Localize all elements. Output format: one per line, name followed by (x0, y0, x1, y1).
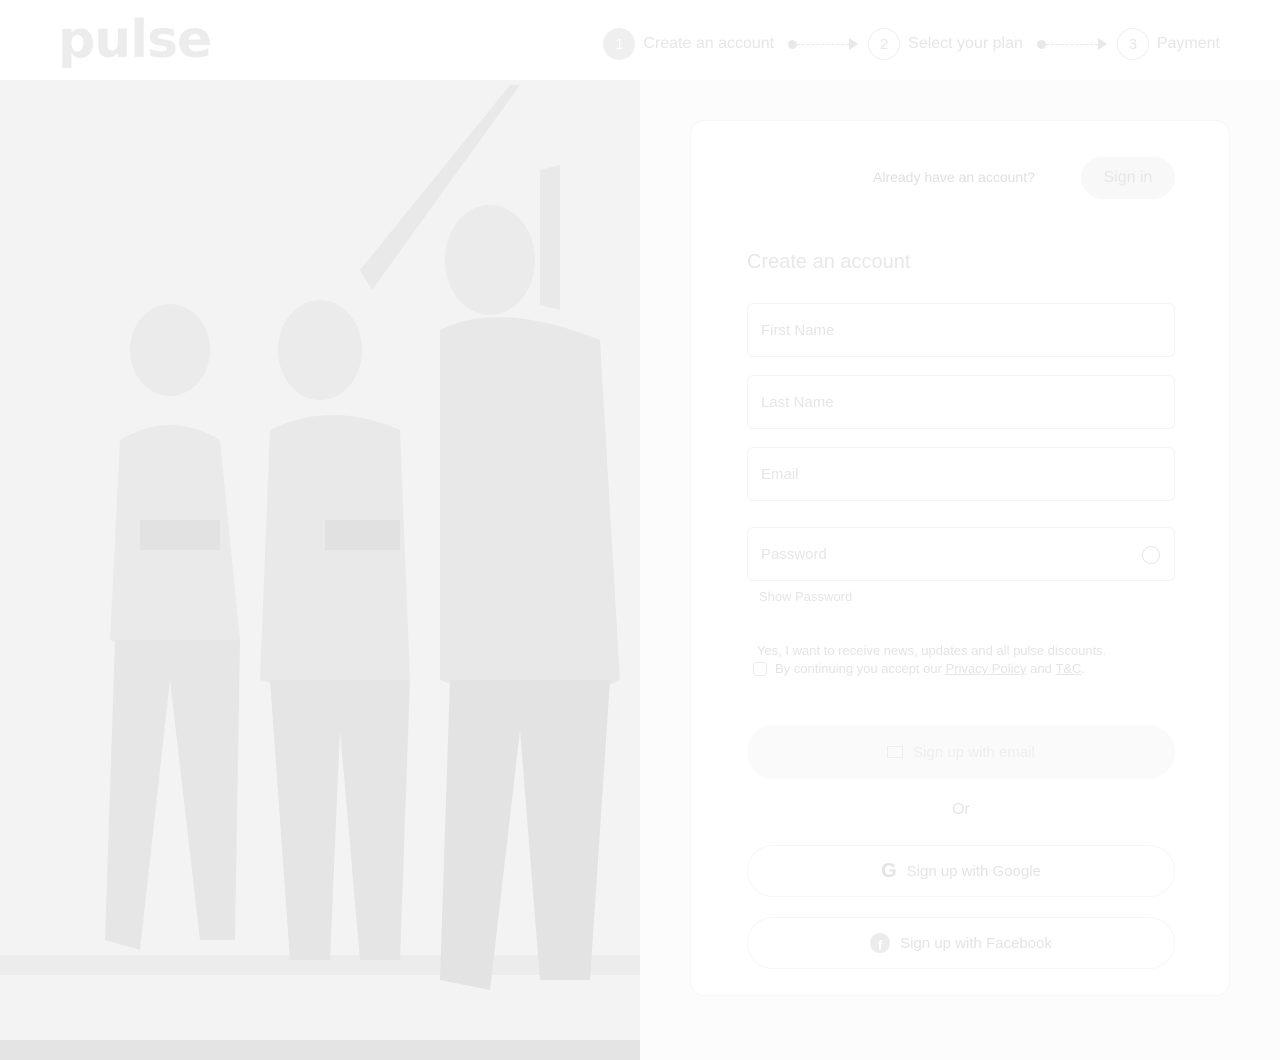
password-field (747, 527, 1175, 581)
pulse-logo[interactable]: pulse (58, 10, 212, 70)
page-title: Create an account (747, 251, 911, 273)
step-select-plan: 2 Select your plan (868, 28, 1023, 60)
step-connector-arrow-icon (788, 38, 859, 50)
google-signup-label: Sign up with Google (906, 862, 1041, 880)
terms-prefix: By continuing you accept our (775, 661, 942, 676)
terms-checkbox[interactable] (753, 661, 767, 676)
step-number: 3 (1116, 28, 1149, 60)
sign-up-email-button[interactable]: Sign up with email (747, 725, 1175, 779)
step-number: 2 (868, 28, 901, 60)
email-input[interactable] (747, 447, 1175, 501)
terms-and: and (1030, 661, 1052, 676)
hero-photo-people (0, 80, 640, 1060)
already-have-account-text: Already have an account? (873, 169, 1035, 185)
sign-up-email-label: Sign up with email (913, 743, 1035, 761)
sign-in-button[interactable]: Sign in (1081, 157, 1175, 199)
password-input[interactable] (748, 528, 1128, 580)
newsletter-consent[interactable]: Yes, I want to receive news, updates and… (753, 643, 1106, 658)
hero-illustration (0, 80, 640, 1060)
step-label: Select your plan (908, 35, 1023, 52)
terms-consent: By continuing you accept our Privacy Pol… (753, 661, 1085, 676)
step-label: Create an account (643, 35, 775, 52)
show-password-toggle[interactable]: Show Password (759, 589, 852, 604)
step-number: 1 (603, 28, 636, 60)
facebook-signup-button[interactable]: f Sign up with Facebook (747, 917, 1175, 969)
google-icon: G (881, 859, 897, 882)
top-header: pulse 1 Create an account 2 Select your … (0, 0, 1280, 80)
last-name-input[interactable] (747, 375, 1175, 429)
signup-panel: Already have an account? Sign in Create … (640, 80, 1280, 1060)
signup-card: Already have an account? Sign in Create … (690, 120, 1230, 996)
mail-icon (887, 746, 904, 758)
or-divider: Or (952, 801, 970, 818)
step-label: Payment (1156, 35, 1220, 52)
progress-steps: 1 Create an account 2 Select your plan 3… (603, 28, 1220, 60)
facebook-signup-label: Sign up with Facebook (900, 934, 1052, 952)
privacy-policy-link[interactable]: Privacy Policy (946, 661, 1027, 676)
facebook-icon: f (870, 933, 891, 953)
step-create-account: 1 Create an account (603, 28, 774, 60)
first-name-input[interactable] (747, 303, 1175, 357)
step-connector-arrow-icon (1036, 38, 1107, 50)
terms-suffix: . (1081, 661, 1086, 676)
tc-link[interactable]: T&C (1055, 661, 1081, 676)
google-signup-button[interactable]: G Sign up with Google (747, 845, 1175, 897)
eye-icon[interactable] (1142, 546, 1160, 564)
step-payment: 3 Payment (1116, 28, 1220, 60)
newsletter-text: Yes, I want to receive news, updates and… (757, 643, 1107, 658)
